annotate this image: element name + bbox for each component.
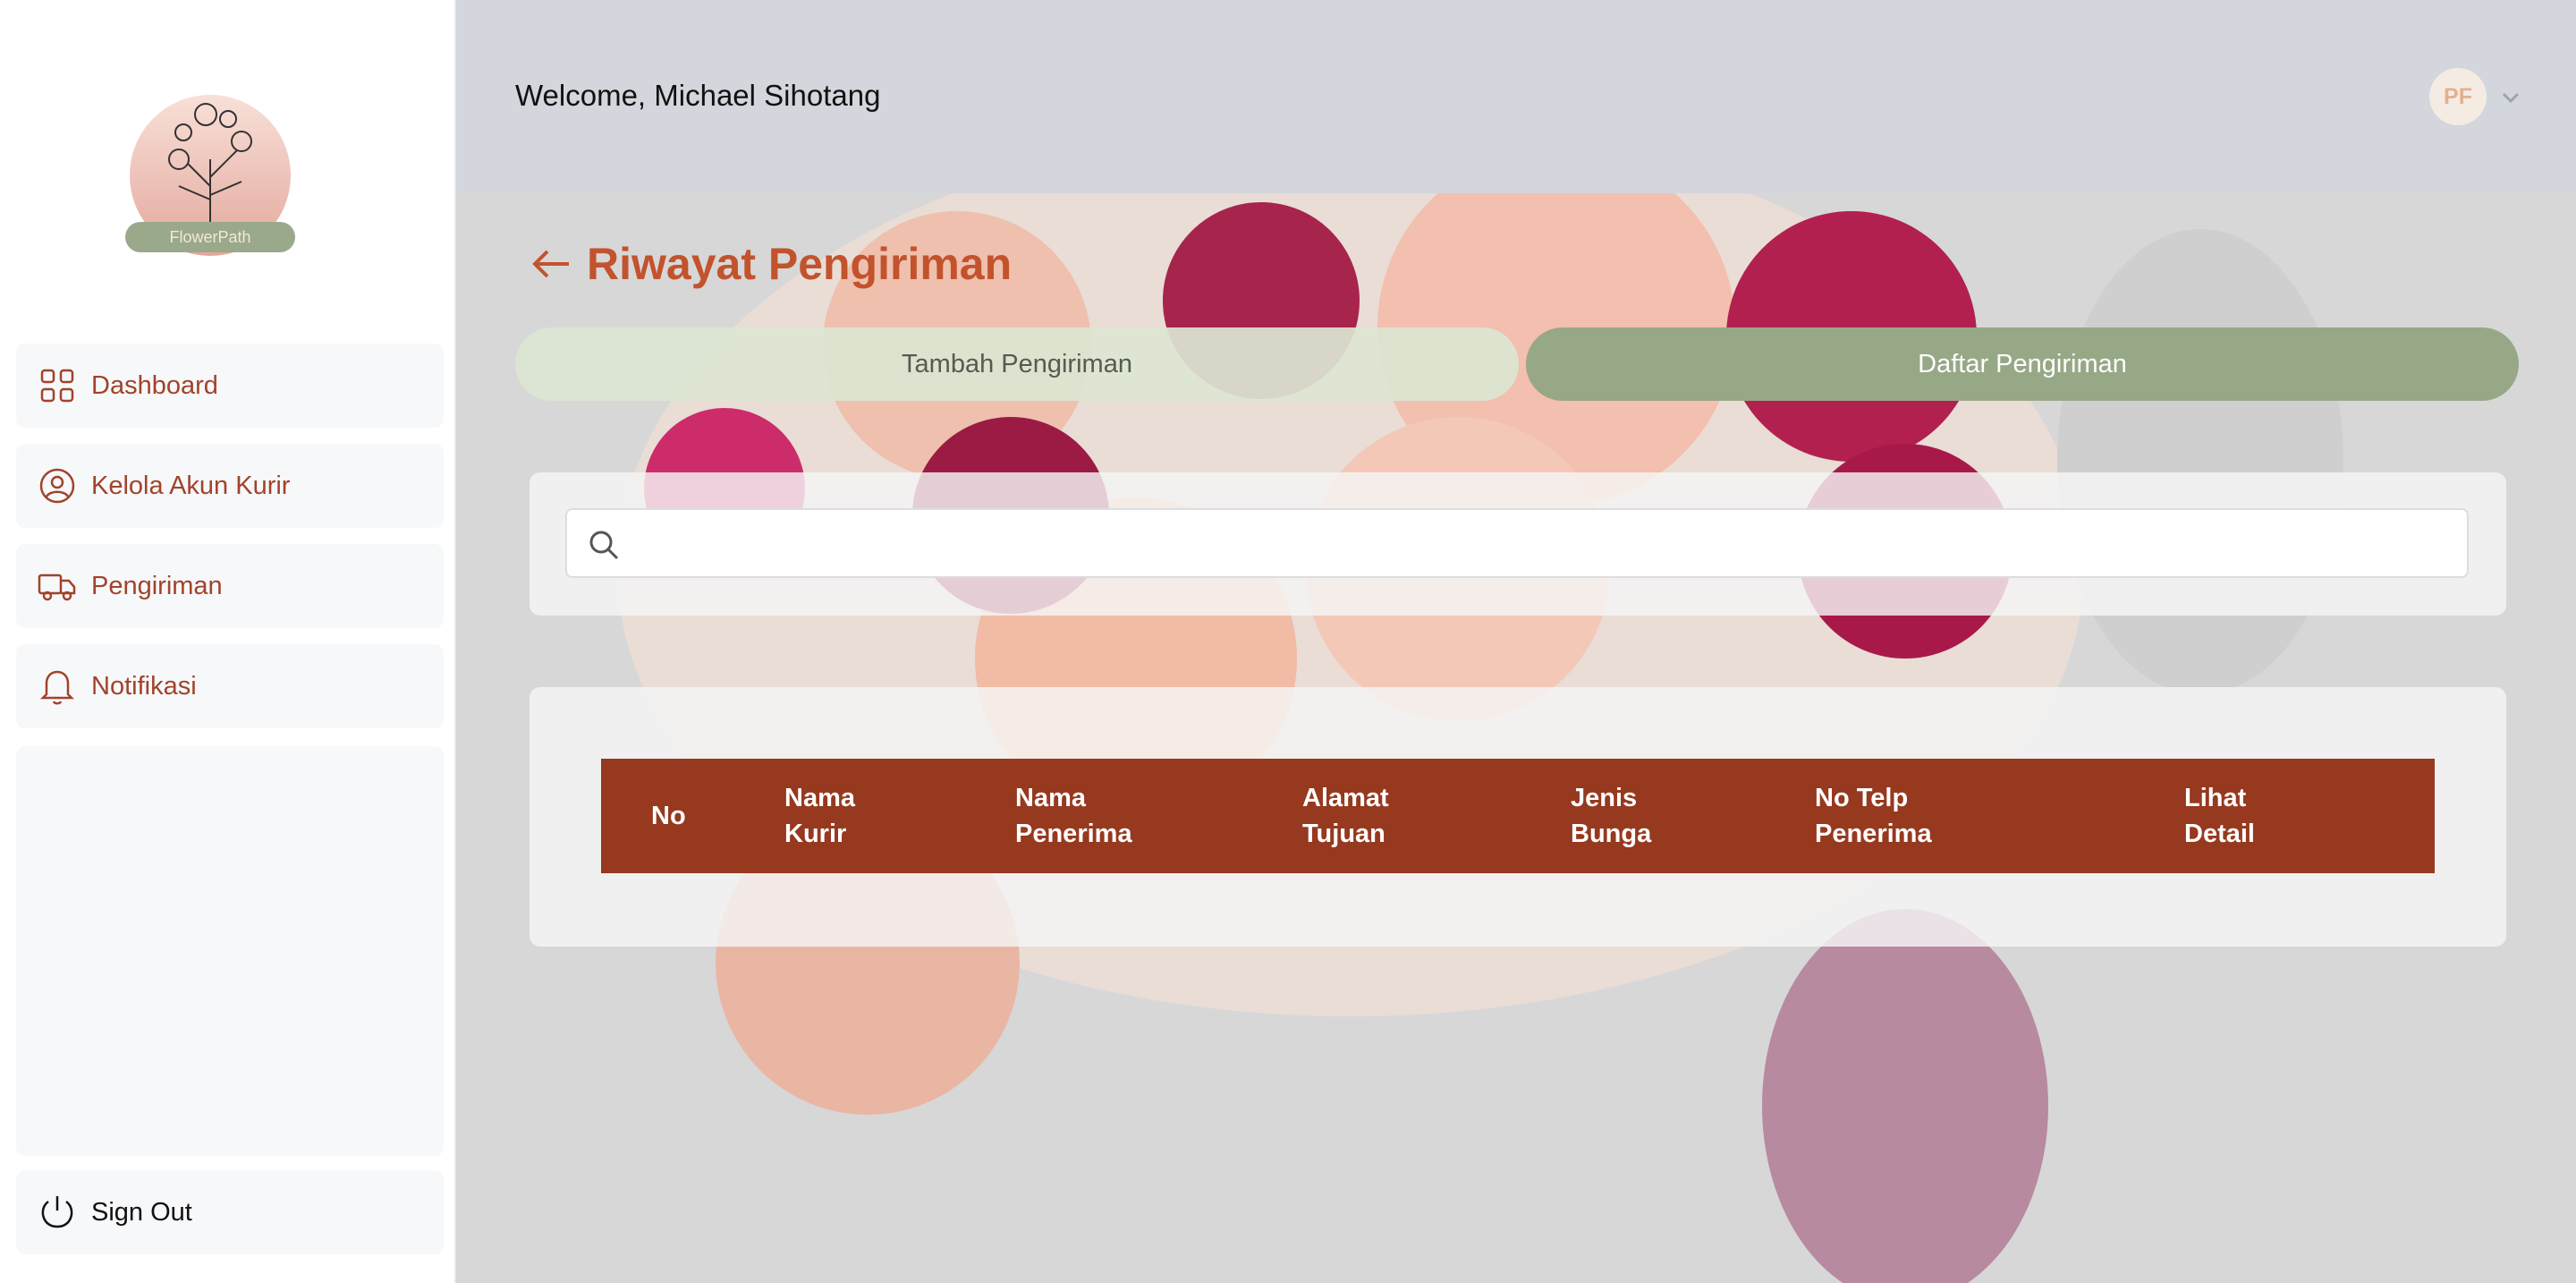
sidebar-spacer — [16, 746, 444, 1156]
welcome-message: Welcome, Michael Sihotang — [515, 79, 881, 112]
arrow-left-icon[interactable] — [528, 241, 574, 287]
bell-icon — [38, 667, 77, 706]
brand-logo[interactable]: FlowerPath — [125, 79, 295, 258]
page-header: Riwayat Pengiriman — [528, 238, 1012, 290]
search-field-container[interactable] — [565, 508, 2469, 578]
sidebar-item-label: Dashboard — [91, 370, 218, 400]
user-circle-icon — [38, 466, 77, 506]
power-icon — [38, 1193, 77, 1232]
sidebar-item-kelola-akun-kurir[interactable]: Kelola Akun Kurir — [16, 444, 444, 528]
tab-tambah-pengiriman[interactable]: Tambah Pengiriman — [515, 327, 1519, 401]
column-header-nama-kurir: Nama Kurir — [784, 784, 855, 848]
sidebar-item-label: Kelola Akun Kurir — [91, 471, 291, 500]
search-card — [530, 472, 2506, 616]
search-input[interactable] — [633, 519, 2453, 571]
column-header-no-telp-penerima: No Telp Penerima — [1815, 784, 1932, 848]
sidebar: FlowerPath Dashboard Kelola Akun Kurir P… — [0, 0, 456, 1283]
avatar[interactable]: PF — [2429, 68, 2487, 125]
dashboard-grid-icon — [38, 366, 77, 405]
column-header-nama-penerima: Nama Penerima — [1015, 784, 1132, 848]
shipment-table-card: No Nama Kurir Nama Penerima Alamat Tujuan J… — [530, 687, 2506, 947]
column-header-no: No — [651, 802, 686, 830]
sidebar-item-dashboard[interactable]: Dashboard — [16, 344, 444, 428]
column-header-jenis-bunga: Jenis Bunga — [1571, 784, 1652, 848]
page-title: Riwayat Pengiriman — [587, 239, 1013, 289]
column-header-alamat-tujuan: Alamat Tujuan — [1302, 784, 1389, 848]
column-header-lihat-detail: Lihat Detail — [2184, 784, 2255, 848]
truck-icon — [38, 566, 77, 606]
search-icon — [587, 528, 621, 562]
tab-bar: Tambah Pengiriman Daftar Pengiriman — [515, 327, 2519, 401]
logo-text: FlowerPath — [169, 228, 250, 246]
sign-out-label: Sign Out — [91, 1197, 192, 1227]
top-header: Welcome, Michael Sihotang PF — [456, 0, 2576, 193]
sidebar-item-label: Pengiriman — [91, 571, 223, 600]
chevron-down-icon[interactable] — [2499, 86, 2522, 109]
main-content: Riwayat Pengiriman Tambah Pengiriman Daf… — [456, 193, 2576, 1283]
sidebar-item-label: Notifikasi — [91, 671, 197, 701]
table-header: No Nama Kurir Nama Penerima Alamat Tujuan J… — [601, 759, 2435, 873]
tab-daftar-pengiriman[interactable]: Daftar Pengiriman — [1526, 327, 2519, 401]
sign-out-button[interactable]: Sign Out — [16, 1170, 444, 1254]
sidebar-item-notifikasi[interactable]: Notifikasi — [16, 644, 444, 728]
sidebar-item-pengiriman[interactable]: Pengiriman — [16, 544, 444, 628]
